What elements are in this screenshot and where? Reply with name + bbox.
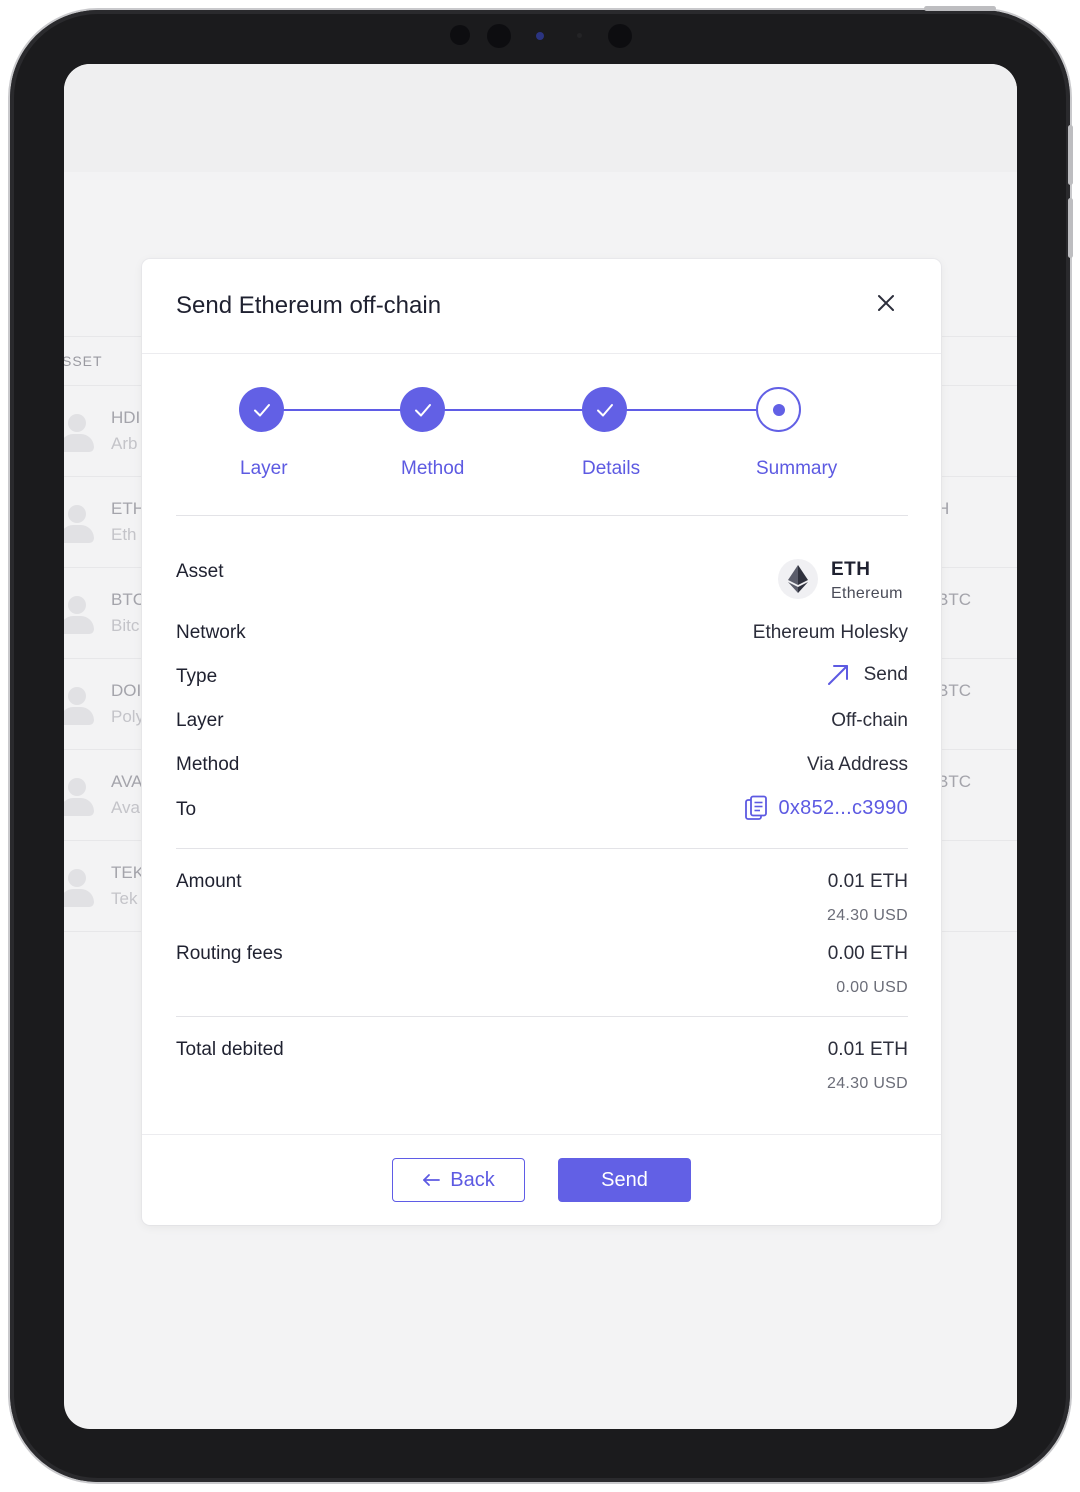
row-name: Bitc <box>111 616 140 635</box>
row-balance: BTC <box>937 681 971 700</box>
modal-header: Send Ethereum off-chain <box>142 259 941 354</box>
network-label: Network <box>176 622 246 643</box>
modal-title: Send Ethereum off-chain <box>176 292 442 319</box>
step-connector <box>282 409 402 411</box>
row-symbol: BTC <box>111 590 145 609</box>
column-asset: SSET <box>64 353 103 369</box>
amount-label: Amount <box>176 871 242 892</box>
asset-symbol: ETH <box>831 559 871 580</box>
divider <box>176 1016 908 1017</box>
arrow-up-right-icon <box>827 665 848 685</box>
row-balance: BTC <box>937 590 971 609</box>
step-summary-circle[interactable] <box>756 387 801 432</box>
step-layer-circle[interactable] <box>239 387 284 432</box>
method-label: Method <box>176 754 240 775</box>
routing-fees-label: Routing fees <box>176 943 283 964</box>
check-icon <box>596 403 613 416</box>
divider <box>176 515 908 516</box>
type-value-text: Send <box>863 664 908 685</box>
ambient-sensor <box>577 33 582 38</box>
amount-value: 0.01 ETH <box>827 871 908 892</box>
row-name: Ava <box>111 798 140 817</box>
row-name: Arb <box>111 434 138 453</box>
send-modal: Send Ethereum off-chain Layer Method Det… <box>142 259 941 1225</box>
total-debited-label: Total debited <box>176 1039 284 1060</box>
power-button <box>924 6 996 11</box>
avatar-icon <box>64 865 96 909</box>
step-connector <box>444 409 584 411</box>
send-button-label: Send <box>601 1168 648 1191</box>
row-symbol: ETH <box>111 499 145 518</box>
divider <box>176 848 908 849</box>
row-name: Tek <box>111 889 138 908</box>
amount-usd: 24.30 USD <box>827 907 908 924</box>
camera-sensor <box>450 25 470 45</box>
avatar-icon <box>64 774 96 818</box>
step-label-summary[interactable]: Summary <box>756 458 837 480</box>
ethereum-icon <box>778 559 818 599</box>
row-symbol: AVA <box>111 772 143 791</box>
to-address-link[interactable]: 0x852...c3990 <box>744 795 908 821</box>
row-name: Eth <box>111 525 137 544</box>
type-label: Type <box>176 666 218 687</box>
camera-lens <box>487 24 511 48</box>
routing-fees-usd: 0.00 USD <box>836 979 908 996</box>
check-icon <box>253 403 270 416</box>
avatar-icon <box>64 683 96 727</box>
avatar-icon <box>64 592 96 636</box>
back-button-label: Back <box>450 1168 495 1191</box>
step-label-method[interactable]: Method <box>401 458 464 480</box>
step-connector <box>626 409 760 411</box>
send-button[interactable]: Send <box>558 1158 691 1202</box>
step-details-circle[interactable] <box>582 387 627 432</box>
row-name: Poly <box>111 707 145 726</box>
avatar-icon <box>64 501 96 545</box>
to-label: To <box>176 799 197 820</box>
row-balance: BTC <box>937 772 971 791</box>
routing-fees-value: 0.00 ETH <box>827 943 908 964</box>
total-debited-usd: 24.30 USD <box>827 1075 908 1092</box>
step-label-details[interactable]: Details <box>582 458 640 480</box>
method-value: Via Address <box>806 754 908 775</box>
row-symbol: TEK <box>111 863 145 882</box>
row-symbol: DOI <box>111 681 142 700</box>
step-method-circle[interactable] <box>400 387 445 432</box>
row-symbol: HDI <box>111 408 141 427</box>
asset-label: Asset <box>176 561 224 582</box>
clipboard-icon <box>745 795 768 820</box>
check-icon <box>414 403 431 416</box>
volume-down-button <box>1068 198 1073 258</box>
type-value: Send <box>826 663 908 687</box>
layer-label: Layer <box>176 710 224 731</box>
camera-indicator <box>536 32 544 40</box>
camera-lens-secondary <box>608 24 632 48</box>
close-button[interactable] <box>872 289 900 317</box>
stepper: Layer Method Details Summary <box>142 354 941 516</box>
close-icon <box>878 295 894 311</box>
arrow-left-icon <box>423 1174 441 1186</box>
to-address: 0x852...c3990 <box>778 796 908 819</box>
back-button[interactable]: Back <box>392 1158 525 1202</box>
step-label-layer[interactable]: Layer <box>240 458 288 480</box>
total-debited-value: 0.01 ETH <box>827 1039 908 1060</box>
layer-value: Off-chain <box>831 710 908 731</box>
network-value: Ethereum Holesky <box>752 622 908 643</box>
current-step-dot-icon <box>772 403 785 416</box>
volume-up-button <box>1068 125 1073 185</box>
modal-footer: Back Send <box>142 1134 941 1225</box>
asset-name: Ethereum <box>831 585 903 602</box>
background-topbar <box>64 64 1017 172</box>
avatar-icon <box>64 410 96 454</box>
